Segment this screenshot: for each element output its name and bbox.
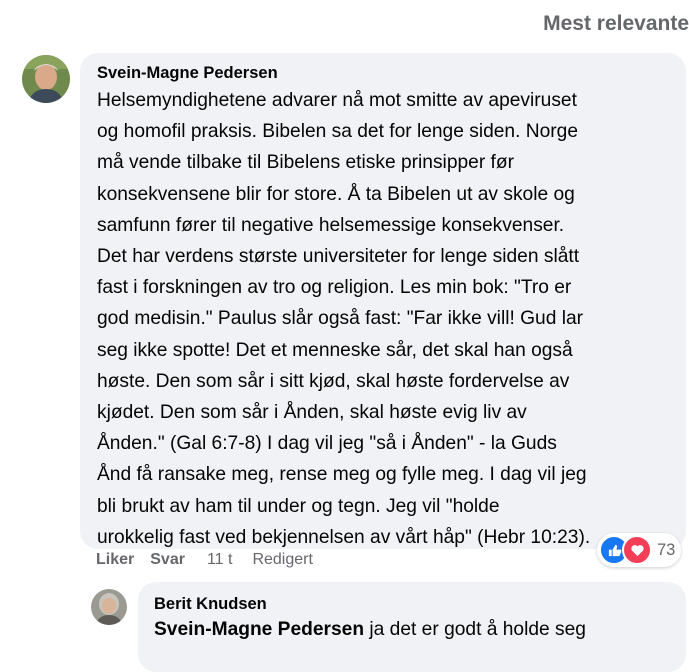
comment-actions: Liker Svar 11 t Redigert xyxy=(96,551,333,569)
comment-line: må vende tilbake til Bibelens etiske pri… xyxy=(97,152,514,174)
comment-line: Ånden." (Gal 6:7-8) I dag vil jeg "så i … xyxy=(97,433,557,455)
reply-avatar[interactable] xyxy=(91,589,127,625)
timestamp[interactable]: 11 t xyxy=(207,551,233,569)
comment-line: konsekvensene blir for store. Å ta Bibel… xyxy=(97,183,575,205)
reaction-summary[interactable]: 73 xyxy=(597,533,682,567)
comment-line: seg ikke spotte! Det et menneske sår, de… xyxy=(97,339,573,361)
reply-button[interactable]: Svar xyxy=(150,551,185,569)
comment-line: urokkelig fast ved bekjennelsen av vårt … xyxy=(97,526,591,548)
reply-bubble: Berit Knudsen Svein-Magne Pedersen ja de… xyxy=(138,582,686,672)
comment-line: fast i forskningen av tro og religion. L… xyxy=(97,277,572,299)
comment-line: Helsemyndighetene advarer nå mot smitte … xyxy=(97,90,577,111)
reply-author[interactable]: Berit Knudsen xyxy=(154,595,670,614)
avatar[interactable] xyxy=(22,55,70,103)
comment-line: bli brukt av ham til under og tegn. Jeg … xyxy=(97,495,500,517)
comment-line: samfunn fører til negative helsemessige … xyxy=(97,214,565,236)
comment-text: Helsemyndighetene advarer nå mot smitte … xyxy=(97,85,670,553)
comment-line: høste. Den som sår i sitt kjød, skal høs… xyxy=(97,370,570,392)
comment-author[interactable]: Svein-Magne Pedersen xyxy=(97,64,670,83)
comment-line: og homofil praksis. Bibelen sa det for l… xyxy=(97,121,579,143)
edited-label[interactable]: Redigert xyxy=(252,551,312,569)
comment-bubble: Svein-Magne Pedersen Helsemyndighetene a… xyxy=(80,53,686,549)
love-icon xyxy=(622,535,652,565)
reply-text: Svein-Magne Pedersen ja det er godt å ho… xyxy=(154,614,670,645)
comment-line: kjødet. Den som sår i Ånden, skal høste … xyxy=(97,402,527,424)
reply-text-content: ja det er godt å holde seg xyxy=(364,619,586,640)
sort-dropdown[interactable]: Mest relevante xyxy=(543,12,689,36)
like-button[interactable]: Liker xyxy=(96,551,134,569)
comment-line: Det har verdens største universiteter fo… xyxy=(97,246,580,268)
reply-mention[interactable]: Svein-Magne Pedersen xyxy=(154,619,364,640)
comment-line: Ånd få ransake meg, rense meg og fylle m… xyxy=(97,464,587,486)
reaction-count: 73 xyxy=(657,540,676,559)
comment-line: god medisin." Paulus slår også fast: "Fa… xyxy=(97,308,584,330)
